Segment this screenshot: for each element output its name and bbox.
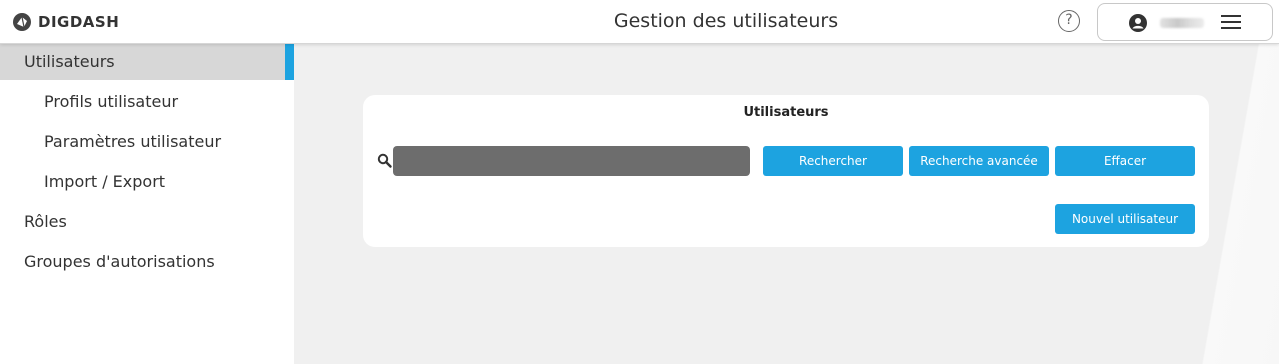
new-user-button[interactable]: Nouvel utilisateur [1055,204,1195,234]
users-search-card: Utilisateurs Rechercher Recherche avancé… [363,95,1209,247]
sidebar-item-label: Groupes d'autorisations [24,252,215,271]
digdash-logo-icon [13,13,31,31]
card-title: Utilisateurs [743,105,829,120]
sidebar-item-label: Utilisateurs [24,52,115,71]
sidebar-item-label: Rôles [24,212,67,231]
search-button[interactable]: Rechercher [763,146,903,176]
user-menu-button[interactable] [1097,3,1273,41]
advanced-search-button[interactable]: Recherche avancée [909,146,1049,176]
user-avatar-icon [1129,14,1147,32]
top-header: DIGDASH Gestion des utilisateurs ? [0,0,1279,44]
sidebar: Utilisateurs Profils utilisateur Paramèt… [0,44,294,364]
sidebar-item-label: Paramètres utilisateur [44,132,222,151]
logo[interactable]: DIGDASH [12,11,119,33]
help-icon[interactable]: ? [1058,10,1080,32]
sidebar-item-import-export[interactable]: Import / Export [0,164,294,200]
sidebar-item-parametres-utilisateur[interactable]: Paramètres utilisateur [0,124,294,160]
sidebar-item-label: Import / Export [44,172,166,191]
sidebar-item-profils-utilisateur[interactable]: Profils utilisateur [0,84,294,120]
search-icon [377,153,392,168]
clear-button[interactable]: Effacer [1055,146,1195,176]
sidebar-item-label: Profils utilisateur [44,92,179,111]
hamburger-menu-icon[interactable] [1221,14,1241,30]
username [1160,18,1204,28]
sidebar-item-roles[interactable]: Rôles [0,204,294,240]
page-title: Gestion des utilisateurs [613,10,839,32]
sidebar-item-utilisateurs[interactable]: Utilisateurs [0,44,294,80]
search-input[interactable] [393,146,750,176]
sidebar-item-groupes-autorisations[interactable]: Groupes d'autorisations [0,244,294,280]
logo-text: DIGDASH [38,13,120,31]
active-indicator [285,44,294,80]
